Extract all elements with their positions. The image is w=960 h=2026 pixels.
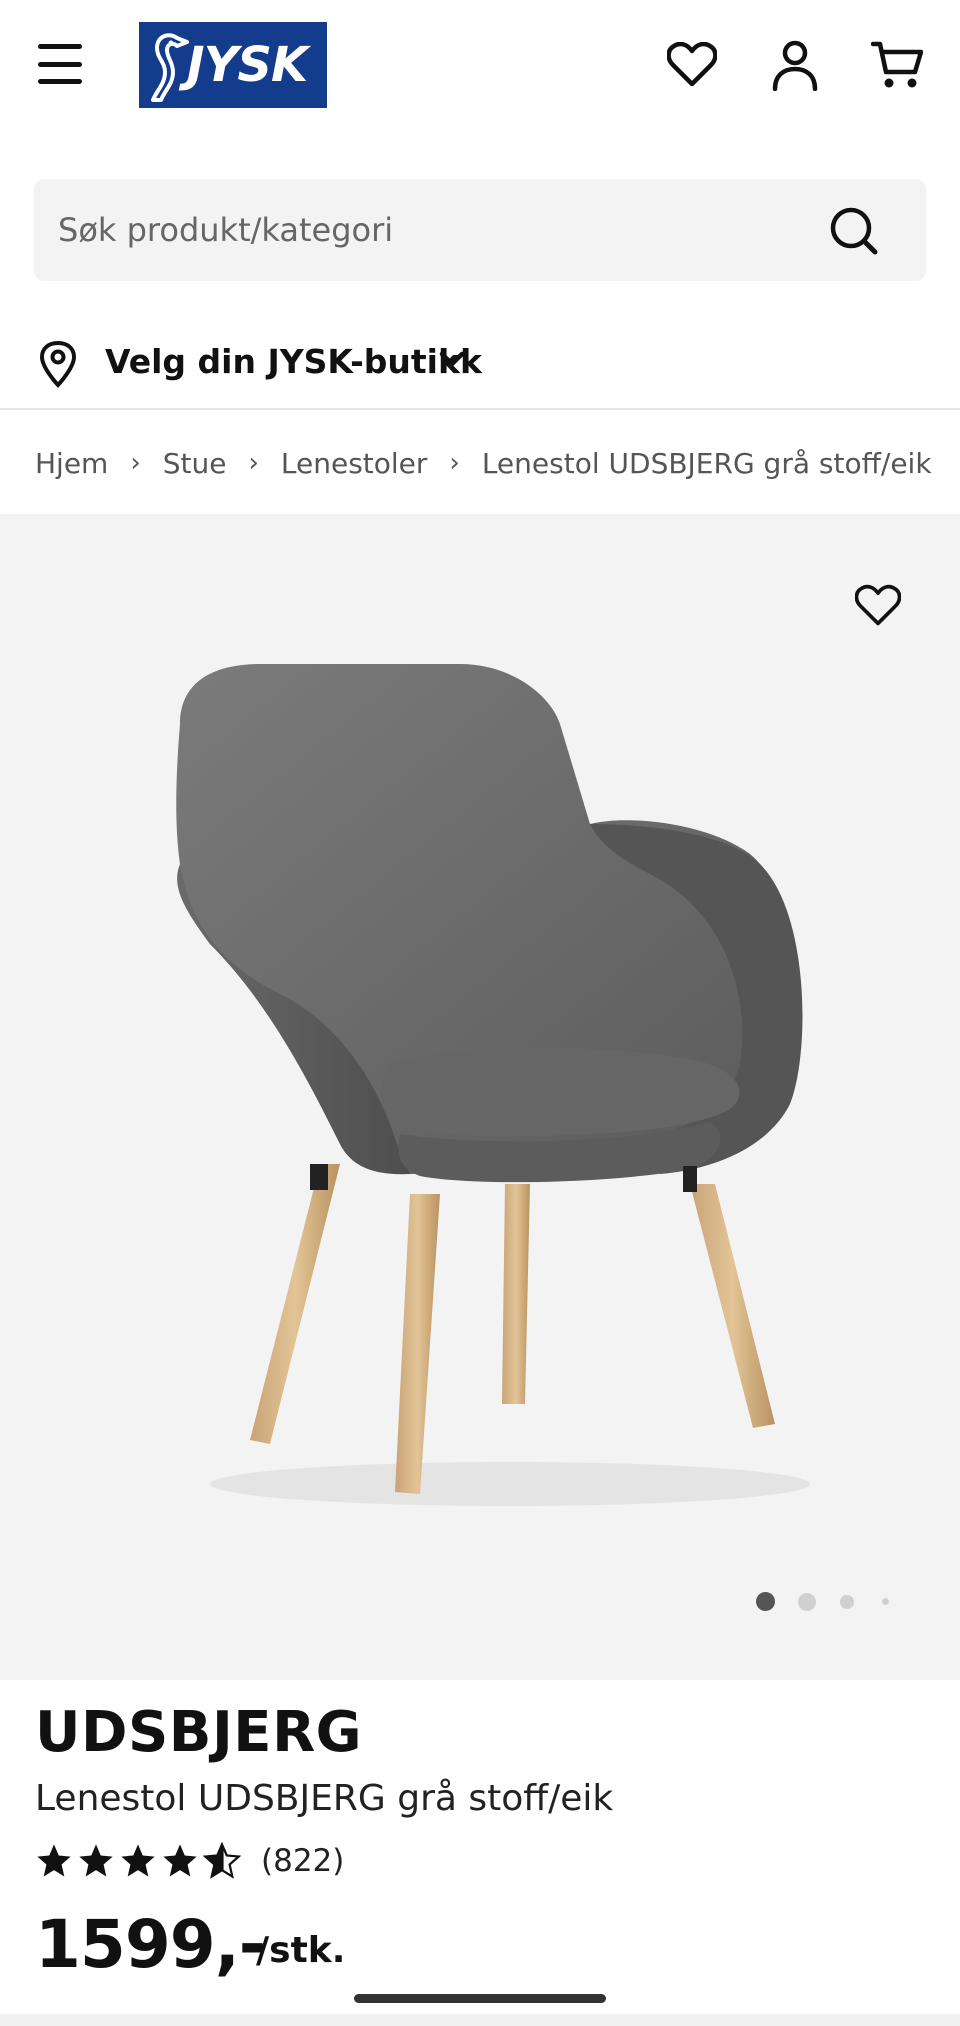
hamburger-menu-icon[interactable] bbox=[38, 44, 86, 84]
carousel-dots bbox=[756, 1592, 889, 1611]
chevron-down-icon bbox=[439, 351, 465, 367]
product-price: 1599,- bbox=[35, 1906, 266, 1983]
logo-text: JYSK bbox=[186, 37, 308, 93]
star-full-icon bbox=[121, 1844, 155, 1877]
cart-icon[interactable] bbox=[868, 36, 926, 94]
review-count: (822) bbox=[261, 1843, 345, 1879]
heart-icon[interactable] bbox=[855, 584, 901, 628]
price-unit: /stk. bbox=[256, 1930, 346, 1971]
star-full-icon bbox=[37, 1844, 71, 1877]
rating-stars bbox=[35, 1842, 241, 1880]
jysk-logo[interactable]: JYSK bbox=[139, 22, 327, 108]
star-full-icon bbox=[79, 1844, 113, 1877]
breadcrumb: Hjem › Stue › Lenestoler › Lenestol UDSB… bbox=[35, 443, 932, 483]
store-selector[interactable]: Velg din JYSK-butikk bbox=[0, 330, 960, 410]
bottom-edge bbox=[0, 2014, 960, 2026]
breadcrumb-current: Lenestol UDSBJERG grå stoff/eik bbox=[481, 446, 932, 480]
product-rating[interactable]: (822) bbox=[35, 1838, 344, 1884]
user-icon[interactable] bbox=[766, 36, 824, 94]
carousel-dot[interactable] bbox=[840, 1594, 854, 1609]
search-input[interactable] bbox=[58, 179, 818, 281]
breadcrumb-home[interactable]: Hjem bbox=[35, 447, 108, 480]
store-selector-label: Velg din JYSK-butikk bbox=[105, 342, 482, 381]
carousel-dot[interactable] bbox=[882, 1598, 889, 1605]
star-full-icon bbox=[163, 1844, 197, 1877]
breadcrumb-stue[interactable]: Stue bbox=[163, 447, 227, 480]
product-image-gallery[interactable] bbox=[0, 514, 960, 1680]
breadcrumb-lenestoler[interactable]: Lenestoler bbox=[281, 447, 428, 480]
carousel-dot-active[interactable] bbox=[756, 1592, 775, 1611]
breadcrumb-separator: › bbox=[130, 448, 141, 478]
search-bar bbox=[34, 179, 926, 281]
armchair-product-image bbox=[176, 664, 810, 1506]
header: JYSK bbox=[0, 0, 960, 135]
star-half-icon bbox=[203, 1842, 241, 1879]
carousel-dot[interactable] bbox=[798, 1592, 816, 1611]
breadcrumb-separator: › bbox=[449, 448, 460, 478]
search-icon[interactable] bbox=[828, 205, 880, 257]
product-brand: UDSBJERG bbox=[35, 1700, 363, 1765]
location-pin-icon bbox=[39, 340, 77, 388]
breadcrumb-separator: › bbox=[248, 448, 259, 478]
home-indicator[interactable] bbox=[354, 1994, 606, 2003]
jysk-bird-logo-icon bbox=[151, 33, 189, 102]
heart-icon[interactable] bbox=[663, 36, 721, 94]
product-name: Lenestol UDSBJERG grå stoff/eik bbox=[35, 1778, 614, 1819]
